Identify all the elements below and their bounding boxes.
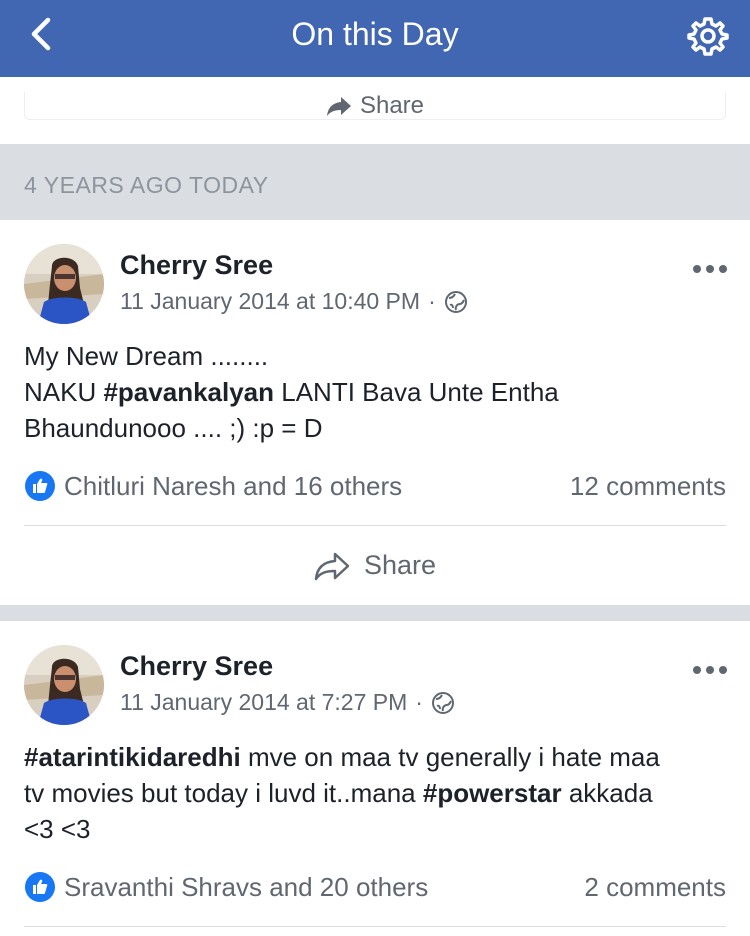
page-title: On this Day [291, 16, 459, 52]
like-icon [25, 872, 55, 902]
post-text-segment: mve on maa tv generally i hate maa [240, 742, 660, 772]
share-label: Share [363, 550, 437, 580]
post-text-segment: NAKU [24, 377, 104, 407]
post-text-line: <3 <3 [24, 814, 91, 844]
reactions-row: Chitluri Naresh and 16 others 12 comment… [24, 470, 726, 502]
like-icon [25, 471, 55, 501]
section-label: 4 YEARS AGO TODAY [24, 172, 269, 198]
reactions-text: Chitluri Naresh and 16 others [64, 470, 403, 501]
share-label: Share [359, 91, 425, 119]
globe-icon [444, 290, 467, 313]
share-arrow-icon [326, 96, 351, 116]
hashtag-link[interactable]: #pavankalyan [103, 377, 274, 407]
post-timestamp[interactable]: 11 January 2014 at 10:40 PM [120, 288, 420, 315]
post-text-line: #atarintikidaredhi mve on maa tv general… [24, 739, 734, 775]
share-arrow-icon [314, 552, 350, 580]
post-author[interactable]: Cherry Sree [120, 250, 273, 281]
reactions-summary[interactable]: Chitluri Naresh and 16 others [24, 470, 402, 502]
post-author[interactable]: Cherry Sree [120, 651, 273, 682]
gear-icon[interactable] [686, 14, 730, 58]
post-meta: 11 January 2014 at 7:27 PM · [120, 689, 455, 716]
post-text-line: My New Dream ........ [24, 341, 269, 371]
comments-count[interactable]: 12 comments [570, 471, 726, 502]
post-text: #atarintikidaredhi mve on maa tv general… [24, 739, 734, 847]
hashtag-link[interactable]: #atarintikidaredhi [24, 742, 241, 772]
post-text-line: Bhaundunooo .... ;) :p = D [24, 413, 323, 443]
globe-icon [431, 691, 454, 714]
post-meta: 11 January 2014 at 10:40 PM · [120, 288, 468, 315]
share-button[interactable]: Share [24, 92, 726, 120]
post-text-segment: LANTI Bava Unte Entha [274, 377, 559, 407]
reactions-text: Sravanthi Shravs and 20 others [64, 871, 429, 902]
post-separator [0, 605, 750, 621]
navbar: On this Day [0, 0, 750, 77]
post-card: Cherry Sree 11 January 2014 at 10:40 PM … [0, 220, 750, 605]
post-timestamp[interactable]: 11 January 2014 at 7:27 PM [120, 689, 407, 716]
post-text: My New Dream ........ NAKU #pavankalyan … [24, 338, 734, 446]
comments-count[interactable]: 2 comments [584, 872, 726, 903]
post-card: Cherry Sree 11 January 2014 at 7:27 PM ·… [0, 621, 750, 936]
reactions-row: Sravanthi Shravs and 20 others 2 comment… [24, 871, 726, 903]
reactions-summary[interactable]: Sravanthi Shravs and 20 others [24, 871, 428, 903]
more-options-icon[interactable] [692, 663, 728, 675]
meta-separator: · [428, 288, 436, 314]
divider [24, 525, 726, 526]
post-text-segment: tv movies but today i luvd it..mana [24, 778, 423, 808]
post-text-line: NAKU #pavankalyan LANTI Bava Unte Entha [24, 374, 734, 410]
avatar[interactable] [24, 244, 104, 324]
meta-separator: · [415, 689, 423, 715]
avatar[interactable] [24, 645, 104, 725]
more-options-icon[interactable] [692, 262, 728, 274]
share-button[interactable]: Share [0, 550, 750, 581]
post-text-line: tv movies but today i luvd it..mana #pow… [24, 775, 734, 811]
hashtag-link[interactable]: #powerstar [423, 778, 562, 808]
post-text-segment: akkada [561, 778, 653, 808]
divider [24, 926, 726, 927]
